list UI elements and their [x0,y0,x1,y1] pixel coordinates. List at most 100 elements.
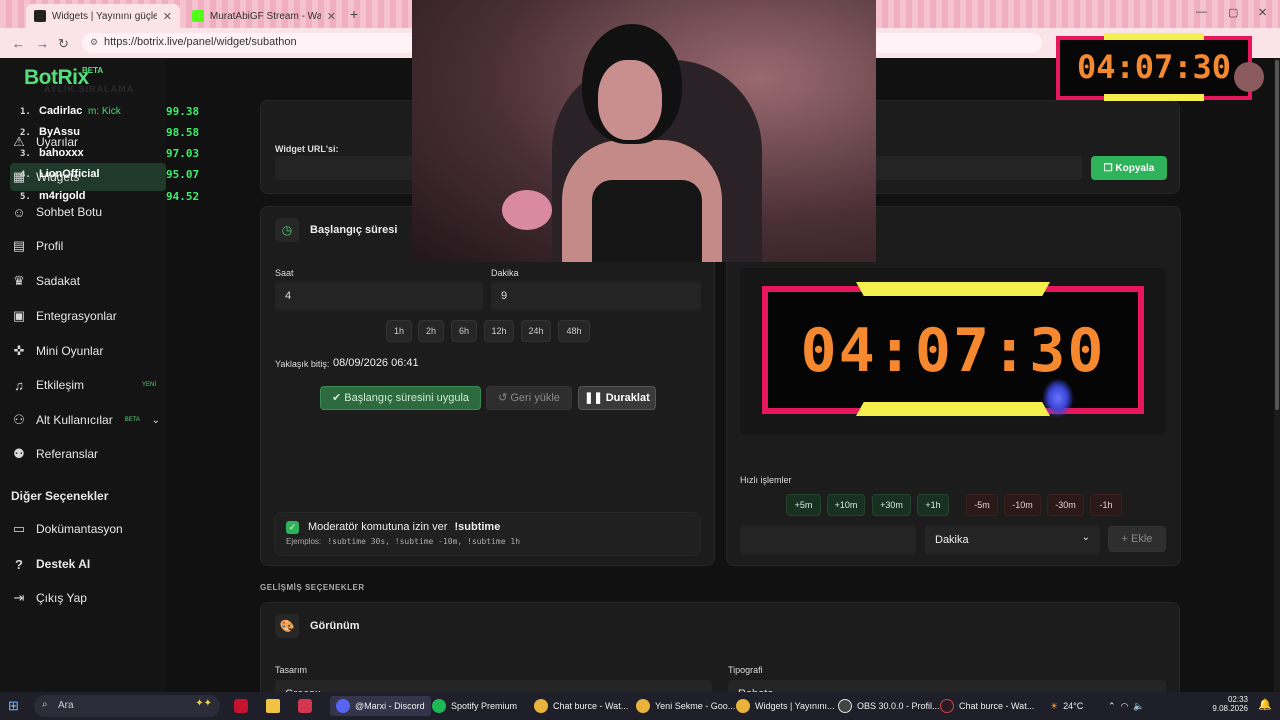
preset-24h-button[interactable]: 24h [521,320,551,342]
reload-icon[interactable]: ↻ [58,36,69,52]
sub-5m-button[interactable]: -5m [966,494,998,516]
sidebar-item-profile[interactable]: ▤ Profil [10,232,166,260]
taskbar: ⊞ ⌕ Ara ✦✦ @Marxi - Discord Spotify Prem… [0,692,1280,720]
new-tab-button[interactable]: + [346,6,362,22]
leaderboard-rank: 1. [20,107,31,117]
leaderboard-rank: 3. [20,149,31,159]
add-1h-button[interactable]: +1h [917,494,949,516]
moderator-checkbox[interactable]: ✓ [286,521,299,534]
close-icon[interactable]: ✕ [163,10,172,23]
sub-30m-button[interactable]: -30m [1047,494,1084,516]
taskbar-app-adobe[interactable] [234,696,248,716]
sub-10m-button[interactable]: -10m [1004,494,1041,516]
sidebar-item-subusers[interactable]: ⚇ Alt Kullanıcılar BETA ⌄ [10,406,166,434]
browser-tab-stream[interactable]: MuratAbiGF Stream - Watch Li ✕ [184,4,344,28]
minutes-input[interactable]: 9 [491,282,701,310]
sidebar-item-interaction[interactable]: ♫ Etkileşim YENİ [10,371,166,399]
sparkle-icon: ✦✦ [195,698,212,709]
preset-2h-button[interactable]: 2h [418,320,444,342]
sidebar-item-referrals[interactable]: ⚉ Referanslar [10,440,166,468]
timer-top-bar [856,282,1050,296]
sidebar-item-loyalty[interactable]: ♛ Sadakat [10,267,166,295]
tray-icons[interactable]: ⌃ ◠ 🔈 [1108,696,1145,716]
chevron-up-icon: ⌃ [1108,700,1116,711]
leaderboard-score: 99.38 [166,105,200,118]
leaderboard-name: Cadirlac [39,105,83,117]
clock[interactable]: 02:33 9.08.2026 [1200,695,1248,713]
preset-6h-button[interactable]: 6h [451,320,477,342]
add-5m-button[interactable]: +5m [786,494,821,516]
app-beta-badge: BETA [82,66,104,75]
start-button[interactable]: ⊞ [8,696,19,716]
weather-widget[interactable]: ☀ 24°C [1050,696,1083,716]
taskbar-label: Widgets | Yayınını... [755,701,835,711]
notification-icon[interactable]: 🔔 [1258,698,1272,711]
copy-button-label: Kopyala [1115,163,1155,174]
url-text: https://botrix.live/panel/widget/subatho… [104,36,297,48]
taskbar-app-chat[interactable]: Chat burce - Wat... [940,696,1034,716]
maximize-icon[interactable]: ▢ [1228,6,1238,19]
undo-icon: ↺ [498,392,511,404]
unit-select[interactable]: Dakika ⌄ [925,526,1100,554]
add-10m-button[interactable]: +10m [827,494,865,516]
add-button[interactable]: + Ekle [1108,526,1166,552]
taskbar-app-chrome-1[interactable]: Chat burce - Wat... [534,696,628,716]
reset-button[interactable]: ↺ Geri yükle [486,386,572,410]
sidebar-item-logout[interactable]: ⇥ Çıkış Yap [10,584,166,612]
leaderboard-row: 3. bahoxxx 97.03 [20,147,210,165]
leaderboard-row: 2. ByAssu 98.58 [20,126,210,144]
botrix-favicon [34,10,46,22]
site-info-icon[interactable]: ⚙ [90,37,98,48]
leaderboard-score: 94.52 [166,190,200,203]
new-badge: YENİ [141,382,156,388]
leaderboard-name: ByAssu [39,126,80,138]
appearance-title: Görünüm [310,620,360,632]
preset-1h-button[interactable]: 1h [386,320,412,342]
quick-amount-input[interactable] [740,526,916,554]
sidebar-item-label: Destek AI [36,557,91,571]
taskbar-app-media[interactable] [298,696,312,716]
avatar[interactable] [1234,62,1264,92]
close-icon[interactable]: ✕ [327,10,336,23]
apply-start-time-button[interactable]: ✔ Başlangıç süresini uygula [320,386,481,410]
preset-12h-button[interactable]: 12h [484,320,514,342]
taskbar-label: Chat burce - Wat... [959,701,1035,711]
taskbar-app-obs[interactable]: OBS 30.0.0 - Profil... [838,696,940,716]
chrome-icon [636,699,650,713]
taskbar-search[interactable]: ⌕ Ara ✦✦ [34,695,220,717]
sidebar-item-docs[interactable]: ▭ Dokümantasyon [10,515,166,543]
approx-end-label: Yaklaşık bitiş: [275,359,330,369]
sidebar-item-integrations[interactable]: ▣ Entegrasyonlar [10,302,166,330]
copy-button[interactable]: ❐ Kopyala [1091,156,1167,180]
taskbar-app-chrome-3[interactable]: Widgets | Yayınını... [736,696,835,716]
sidebar-item-support-ai[interactable]: ? Destek AI [10,550,166,578]
taskbar-app-chrome-2[interactable]: Yeni Sekme - Goo... [636,696,735,716]
close-window-icon[interactable]: ✕ [1258,6,1267,19]
add-30m-button[interactable]: +30m [872,494,911,516]
tab-label: MuratAbiGF Stream - Watch Li [209,10,321,22]
leaderboard-name: LionOfficial [39,168,100,180]
preset-48h-button[interactable]: 48h [558,320,590,342]
taskbar-app-spotify[interactable]: Spotify Premium [432,696,517,716]
minimize-icon[interactable]: — [1196,6,1207,18]
pause-button[interactable]: ❚❚ Duraklat [578,386,656,410]
leaderboard-title: AYLIK SIRALAMA [44,84,135,94]
volume-icon: 🔈 [1133,700,1145,711]
chrome-icon [534,699,548,713]
sub-1h-button[interactable]: -1h [1090,494,1122,516]
webcam-person-top [592,180,702,262]
trophy-icon: ♛ [13,273,25,288]
forward-icon[interactable]: → [36,36,49,51]
taskbar-app-explorer[interactable] [266,696,280,716]
hours-input[interactable]: 4 [275,282,483,310]
sidebar-item-minigames[interactable]: ✜ Mini Oyunlar [10,337,166,365]
taskbar-app-discord[interactable]: @Marxi - Discord [330,696,431,716]
back-icon[interactable]: ← [12,36,25,51]
scrollbar-thumb[interactable] [1275,60,1279,410]
taskbar-label: OBS 30.0.0 - Profil... [857,701,940,711]
taskbar-label: @Marxi - Discord [355,701,425,711]
leaderboard-rank: 5. [20,192,31,202]
browser-tab-widgets[interactable]: Widgets | Yayınını güçlendirme ✕ [26,4,180,28]
copy-icon: ❐ [1103,163,1116,174]
approx-end-value: 08/09/2026 06:41 [333,357,419,369]
